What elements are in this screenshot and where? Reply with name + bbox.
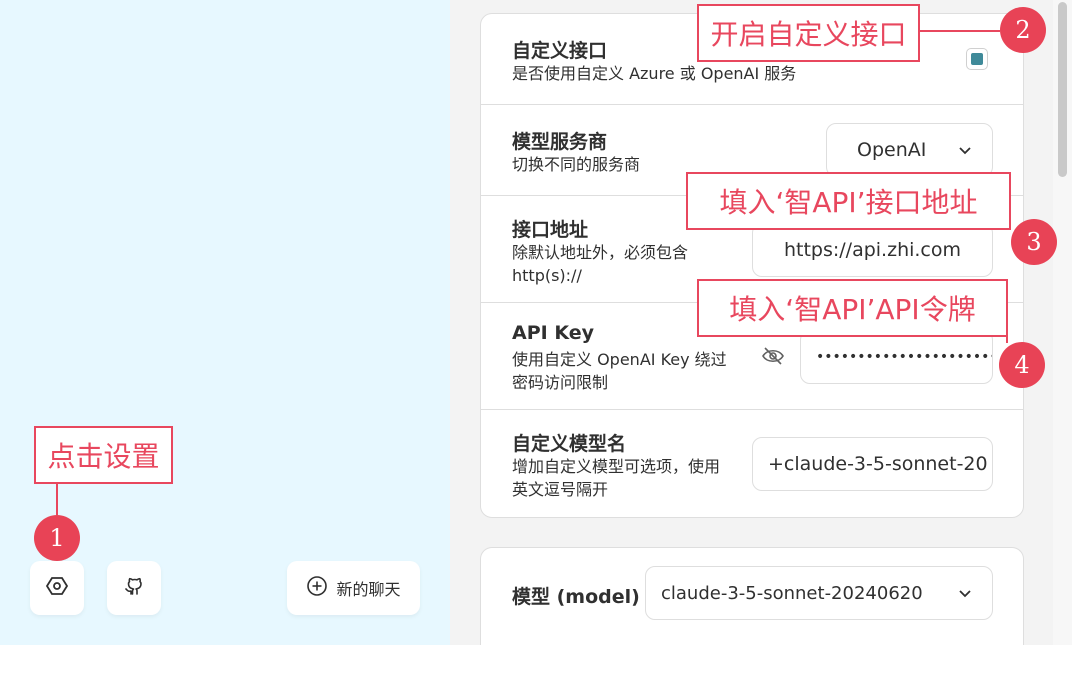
eye-off-icon[interactable] [761,346,785,370]
annotation-step4-label: 填入‘智API’API令牌 [697,279,1008,337]
provider-value: OpenAI [857,139,927,161]
endpoint-title: 接口地址 [512,219,589,241]
endpoint-value: https://api.zhi.com [783,239,962,261]
annotation-step1-connector [56,484,58,515]
scrollbar-thumb[interactable] [1058,2,1067,177]
custom-models-title: 自定义模型名 [512,433,627,455]
model-title: 模型 (model) [512,586,640,608]
custom-endpoint-subtitle: 是否使用自定义 Azure 或 OpenAI 服务 [512,64,797,83]
custom-models-value: +claude-3-5-sonnet-20 [768,453,988,475]
annotation-step4-connector [1006,337,1008,343]
provider-select[interactable]: OpenAI [826,123,993,177]
model-select[interactable]: claude-3-5-sonnet-20240620 [645,566,993,620]
api-key-value: •••••••••••••••••••••• [816,349,993,365]
custom-endpoint-title: 自定义接口 [512,40,608,62]
custom-models-row: 自定义模型名 增加自定义模型可选项，使用 英文逗号隔开 +claude-3-5-… [481,410,1023,519]
chevron-down-icon [958,139,972,161]
custom-models-subtitle-2: 英文逗号隔开 [512,480,609,499]
model-card: 模型 (model) claude-3-5-sonnet-20240620 [480,547,1024,657]
model-value: claude-3-5-sonnet-20240620 [661,582,923,604]
annotation-step1-badge: 1 [34,515,80,561]
new-chat-button[interactable]: 新的聊天 [287,561,420,615]
custom-endpoint-checkbox[interactable] [966,48,988,70]
annotation-step3-label: 填入‘智API’接口地址 [686,172,1011,230]
provider-subtitle: 切换不同的服务商 [512,155,641,174]
new-chat-label: 新的聊天 [336,580,401,599]
api-key-subtitle-1: 使用自定义 OpenAI Key 绕过 [512,350,727,369]
bottom-strip [0,645,1072,675]
provider-title: 模型服务商 [512,131,608,153]
annotation-step3-badge: 3 [1011,219,1057,265]
plus-circle-icon [306,575,328,601]
settings-button[interactable] [30,561,84,615]
model-row: 模型 (model) claude-3-5-sonnet-20240620 [481,548,1023,639]
annotation-step1-label: 点击设置 [34,426,173,484]
github-icon [123,575,145,601]
custom-endpoint-card: 自定义接口 是否使用自定义 Azure 或 OpenAI 服务 模型服务商 切换… [480,13,1024,518]
chevron-down-icon [958,583,972,604]
github-button[interactable] [107,561,161,615]
settings-hexagon-icon [45,575,69,601]
endpoint-subtitle-2: http(s):// [512,266,582,285]
endpoint-subtitle-1: 除默认地址外，必须包含 [512,243,689,262]
annotation-step2-label: 开启自定义接口 [697,4,920,62]
scrollbar[interactable] [1053,0,1072,645]
api-key-title: API Key [512,322,594,344]
api-key-input[interactable]: •••••••••••••••••••••• [800,330,993,384]
annotation-step4-badge: 4 [999,342,1045,388]
custom-models-input[interactable]: +claude-3-5-sonnet-20 [752,437,993,491]
endpoint-input[interactable]: https://api.zhi.com [752,223,993,277]
api-key-subtitle-2: 密码访问限制 [512,373,609,392]
annotation-step2-connector [920,30,1000,32]
custom-models-subtitle-1: 增加自定义模型可选项，使用 [512,457,721,476]
annotation-step2-badge: 2 [1000,7,1046,53]
